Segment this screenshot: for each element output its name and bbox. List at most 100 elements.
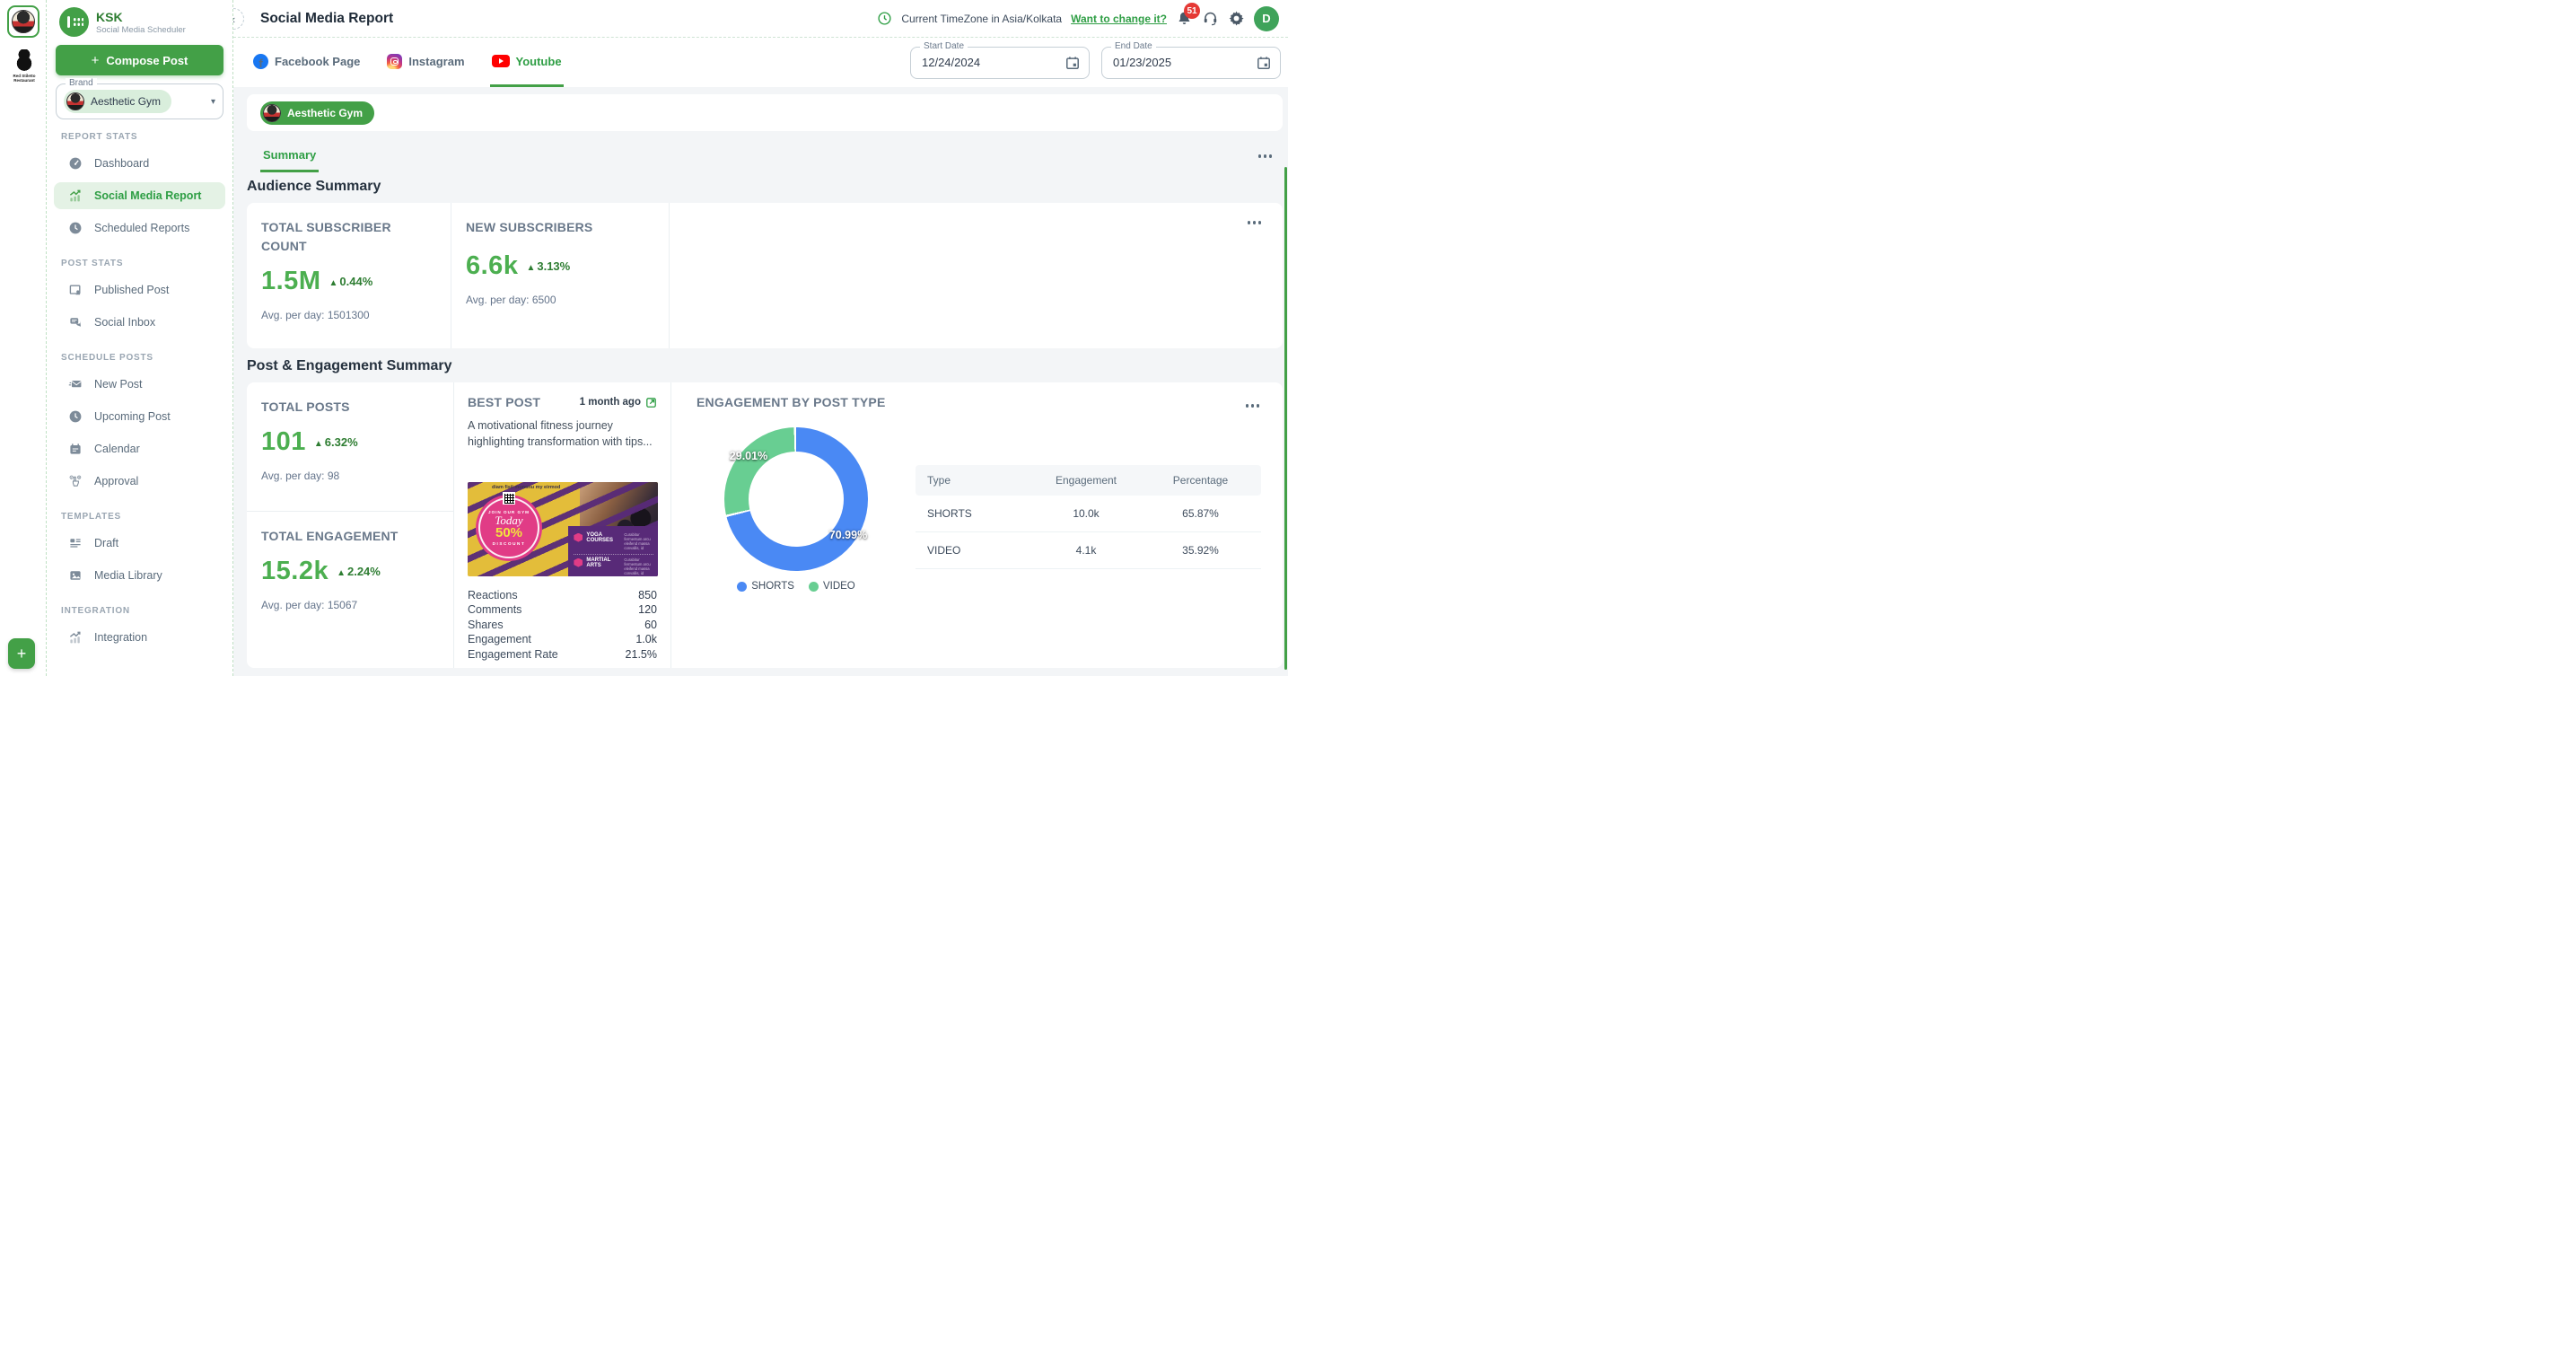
stat-delta: ▲6.32% bbox=[314, 435, 358, 449]
tab-facebook-page[interactable]: f Facebook Page bbox=[251, 38, 362, 87]
stat-value: 101 bbox=[261, 427, 306, 457]
stat-delta: ▲3.13% bbox=[526, 259, 570, 273]
up-triangle-icon: ▲ bbox=[329, 278, 337, 288]
red-stiletto-logo-icon bbox=[13, 49, 36, 73]
sidebar-item-social-media-report[interactable]: Social Media Report bbox=[54, 182, 225, 209]
best-post-cell: BEST POST 1 month ago A motivational fit… bbox=[454, 382, 671, 668]
sidebar-item-approval[interactable]: Approval bbox=[54, 468, 225, 495]
stat-value: 15.2k bbox=[261, 557, 329, 586]
video-slice-label: 29.01% bbox=[730, 450, 767, 462]
section-report-stats: REPORT STATS bbox=[61, 132, 225, 142]
notification-badge: 51 bbox=[1184, 3, 1200, 19]
engagement-table: Type Engagement Percentage SHORTS 10.0k … bbox=[916, 465, 1261, 569]
post-engagement-card: TOTAL POSTS 101 ▲6.32% Avg. per day: 98 … bbox=[247, 382, 1283, 668]
engagement-by-type-title: ENGAGEMENT BY POST TYPE bbox=[697, 395, 1283, 409]
yoga-icon bbox=[574, 533, 583, 542]
draft-list-icon bbox=[68, 536, 83, 550]
add-workspace-button[interactable]: + bbox=[8, 638, 35, 669]
brand-avatar bbox=[66, 92, 84, 110]
user-avatar[interactable]: D bbox=[1254, 6, 1279, 31]
support-headset-icon[interactable] bbox=[1202, 10, 1219, 27]
page-header: ‹ Social Media Report Current TimeZone i… bbox=[233, 0, 1288, 38]
up-triangle-icon: ▲ bbox=[337, 568, 346, 578]
brand-selected-value: Aesthetic Gym bbox=[64, 90, 171, 113]
sidebar-item-new-post[interactable]: New Post bbox=[54, 371, 225, 398]
calendar-icon bbox=[68, 442, 83, 456]
chart-legend: SHORTS VIDEO bbox=[671, 581, 921, 592]
facebook-icon: f bbox=[253, 54, 268, 69]
workspace-fitness-gym[interactable] bbox=[7, 5, 39, 38]
external-link-icon[interactable] bbox=[645, 397, 657, 408]
brand-chip-avatar bbox=[263, 104, 281, 122]
sidebar-item-scheduled-reports[interactable]: Scheduled Reports bbox=[54, 215, 225, 241]
sidebar-item-social-inbox[interactable]: Social Inbox bbox=[54, 309, 225, 336]
chat-inbox-icon bbox=[68, 315, 83, 329]
end-date-input[interactable]: End Date 01/23/2025 bbox=[1101, 47, 1281, 79]
youtube-icon bbox=[492, 55, 510, 67]
sidebar-item-dashboard[interactable]: Dashboard bbox=[54, 150, 225, 177]
calendar-icon[interactable] bbox=[1065, 56, 1080, 70]
start-date-input[interactable]: Start Date 12/24/2024 bbox=[910, 47, 1090, 79]
legend-video: VIDEO bbox=[809, 581, 855, 592]
chevron-left-icon: ‹ bbox=[233, 13, 235, 26]
timezone-change-link[interactable]: Want to change it? bbox=[1071, 13, 1167, 25]
end-date-value: 01/23/2025 bbox=[1113, 56, 1171, 69]
stat-row: Shares60 bbox=[468, 617, 657, 632]
plus-icon: + bbox=[92, 53, 100, 68]
up-triangle-icon: ▲ bbox=[526, 263, 535, 273]
workspace-red-stiletto[interactable]: Red Stiletto Restaurant bbox=[8, 49, 40, 83]
report-tabs-row: Summary bbox=[247, 140, 1283, 172]
tab-youtube[interactable]: Youtube bbox=[490, 38, 564, 87]
section-templates: TEMPLATES bbox=[61, 512, 225, 522]
best-post-image[interactable]: diam fisil munonu my eirmod JOIN OUR GYM… bbox=[468, 482, 658, 576]
notifications-bell-icon[interactable]: 51 bbox=[1176, 10, 1193, 27]
promo-top-text: diam fisil munonu my eirmod bbox=[492, 485, 560, 490]
approval-hand-icon bbox=[68, 474, 83, 488]
audience-summary-heading: Audience Summary bbox=[247, 179, 1283, 195]
sidebar-item-media-library[interactable]: Media Library bbox=[54, 562, 225, 589]
stat-average: Avg. per day: 6500 bbox=[466, 294, 654, 306]
best-post-time: 1 month ago bbox=[580, 397, 657, 408]
calendar-icon[interactable] bbox=[1257, 56, 1271, 70]
stat-row: Engagement1.0k bbox=[468, 632, 657, 647]
more-options-button[interactable] bbox=[1244, 217, 1266, 228]
brand-chip[interactable]: Aesthetic Gym bbox=[260, 101, 374, 125]
app-brand-header: KSK Social Media Scheduler bbox=[54, 0, 225, 37]
settings-gear-icon[interactable] bbox=[1228, 10, 1245, 27]
sidebar-item-upcoming-post[interactable]: Upcoming Post bbox=[54, 403, 225, 430]
promo-feature-panel: YOGA COURSES Curabitur fermentum arcu el… bbox=[568, 526, 658, 577]
chevron-down-icon: ▾ bbox=[211, 97, 215, 107]
brand-select[interactable]: Brand Aesthetic Gym ▾ bbox=[56, 83, 223, 119]
compose-post-button[interactable]: + Compose Post bbox=[56, 45, 223, 75]
timezone-text: Current TimeZone in Asia/Kolkata bbox=[901, 13, 1062, 25]
workspace-caption: Red Stiletto Restaurant bbox=[8, 74, 40, 83]
brand-select-label: Brand bbox=[66, 78, 97, 88]
published-post-icon bbox=[68, 283, 83, 297]
qr-code-icon bbox=[503, 492, 515, 505]
vertical-scrollbar[interactable] bbox=[1284, 167, 1288, 670]
sidebar-item-published-post[interactable]: Published Post bbox=[54, 277, 225, 303]
image-icon bbox=[68, 568, 83, 583]
total-subscriber-cell: TOTAL SUBSCRIBER COUNT 1.5M ▲0.44% Avg. … bbox=[247, 203, 451, 348]
stat-delta: ▲0.44% bbox=[329, 275, 372, 288]
martial-arts-icon bbox=[574, 558, 583, 567]
engagement-donut bbox=[724, 427, 868, 571]
app-name: KSK bbox=[96, 10, 186, 24]
page-title: Social Media Report bbox=[260, 11, 393, 27]
engagement-by-type-cell: ENGAGEMENT BY POST TYPE 29.01% 70.99% SH… bbox=[671, 382, 1283, 668]
totals-column: TOTAL POSTS 101 ▲6.32% Avg. per day: 98 … bbox=[247, 382, 454, 668]
stat-row: Reactions850 bbox=[468, 587, 657, 602]
tab-summary[interactable]: Summary bbox=[260, 141, 319, 172]
audience-summary-card: TOTAL SUBSCRIBER COUNT 1.5M ▲0.44% Avg. … bbox=[247, 203, 1283, 348]
best-post-caption: A motivational fitness journey highlight… bbox=[468, 417, 657, 450]
sidebar-item-integration[interactable]: Integration bbox=[54, 624, 225, 651]
engagement-donut-chart: 29.01% 70.99% bbox=[724, 427, 868, 571]
sidebar-item-calendar[interactable]: Calendar bbox=[54, 435, 225, 462]
stat-average: Avg. per day: 1501300 bbox=[261, 309, 436, 321]
tab-instagram[interactable]: Instagram bbox=[385, 38, 466, 87]
sidebar-item-draft[interactable]: Draft bbox=[54, 530, 225, 557]
collapse-sidebar-button[interactable]: ‹ bbox=[233, 8, 244, 30]
more-options-button[interactable] bbox=[1255, 151, 1276, 162]
more-options-button[interactable] bbox=[1242, 400, 1264, 411]
report-chart-icon bbox=[68, 189, 83, 203]
